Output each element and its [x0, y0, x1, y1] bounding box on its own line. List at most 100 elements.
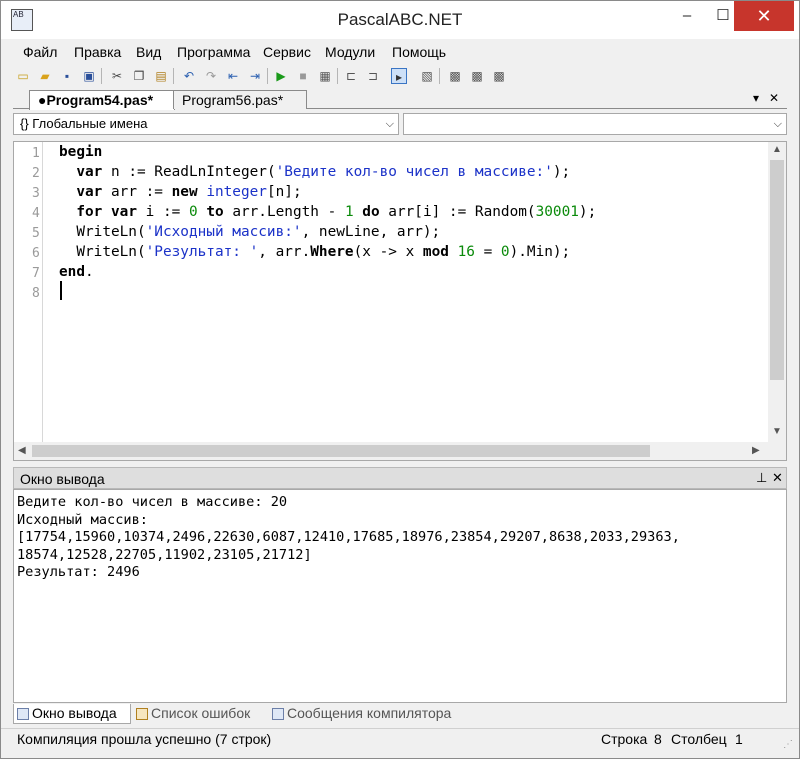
output-line: 18574,12528,22705,11902,23105,21712]	[17, 546, 312, 563]
line-number: 8	[32, 286, 40, 301]
menu-bar: Файл Правка Вид Программа Сервис Модули …	[1, 41, 799, 63]
output-window-icon	[17, 708, 29, 720]
horizontal-scroll-thumb[interactable]	[32, 445, 650, 457]
code-line: WriteLn('Исходный массив:', newLine, arr…	[59, 224, 441, 240]
output-line: [17754,15960,10374,2496,22630,6087,12410…	[17, 529, 680, 545]
title-bar: AB PascalABC.NET – ☐ ✕	[1, 1, 799, 39]
tab-compiler-messages[interactable]: Сообщения компилятора	[269, 704, 479, 724]
save-all-icon[interactable]: ▣	[81, 68, 97, 84]
code-line: var n := ReadLnInteger('Ведите кол-во чи…	[76, 164, 571, 180]
toolbar-separator	[267, 68, 268, 84]
code-line: for var i := 0 to arr.Length - 1 do arr[…	[76, 204, 597, 220]
redo-icon[interactable]: ↷	[203, 68, 219, 84]
close-tab-icon[interactable]: ✕	[769, 91, 779, 105]
column-value: 1	[735, 731, 743, 747]
scope-selector[interactable]: {} Глобальные имена ⌵	[13, 113, 399, 135]
pin-icon[interactable]: ⊥	[756, 470, 767, 486]
scroll-down-icon[interactable]: ▼	[772, 426, 782, 437]
menu-view[interactable]: Вид	[136, 44, 161, 60]
line-number: 1	[32, 146, 40, 161]
step-icon[interactable]: ⊏	[343, 68, 359, 84]
new-file-icon[interactable]: ▭	[15, 68, 31, 84]
status-message: Компиляция прошла успешно (7 строк)	[17, 731, 272, 747]
compiler-messages-icon	[272, 708, 284, 720]
scroll-right-icon[interactable]: ▶	[752, 445, 760, 456]
back-icon[interactable]: ⇤	[225, 68, 241, 84]
editor-tabs: ●Program54.pas* Program56.pas* ▾ ✕	[13, 89, 787, 110]
tab-error-list[interactable]: Список ошибок	[133, 704, 267, 724]
tab-list-dropdown-icon[interactable]: ▾	[753, 91, 759, 105]
paste-icon[interactable]: ▤	[153, 68, 169, 84]
code-line: end.	[59, 264, 94, 280]
code-line: var arr := new integer[n];	[76, 184, 302, 200]
line-number: 3	[32, 186, 40, 201]
menu-file[interactable]: Файл	[23, 44, 57, 60]
line-number: 6	[32, 246, 40, 261]
output-panel-header: Окно вывода ⊥ ✕	[13, 467, 787, 489]
menu-program[interactable]: Программа	[177, 44, 250, 60]
text-caret	[60, 281, 62, 300]
code-line: begin	[59, 144, 103, 160]
forward-icon[interactable]: ⇥	[247, 68, 263, 84]
debug3-icon[interactable]: ▩	[491, 68, 507, 84]
output-line: Результат: 2496	[17, 564, 140, 580]
debug1-icon[interactable]: ▩	[447, 68, 463, 84]
bottom-panel-tabs: Окно вывода Список ошибок Сообщения комп…	[13, 704, 787, 724]
member-selector[interactable]: ⌵	[403, 113, 787, 135]
output-line: Ведите кол-во чисел в массиве: 20	[17, 494, 288, 510]
chevron-down-icon: ⌵	[773, 118, 782, 130]
save-icon[interactable]: ▪	[59, 68, 75, 84]
scope-selector-value: {} Глобальные имена	[20, 116, 148, 131]
line-number: 5	[32, 226, 40, 241]
cut-icon[interactable]: ✂	[109, 68, 125, 84]
toolbar-separator	[439, 68, 440, 84]
toolbar-separator	[337, 68, 338, 84]
line-number: 4	[32, 206, 40, 221]
close-window-button[interactable]: ✕	[734, 1, 794, 31]
menu-service[interactable]: Сервис	[263, 44, 311, 60]
toolbar-separator	[173, 68, 174, 84]
code-editor[interactable]: 1 2 3 4 5 6 7 8 begin var n := ReadLnInt…	[13, 141, 787, 461]
compile-icon[interactable]: ▦	[317, 68, 333, 84]
undo-icon[interactable]: ↶	[181, 68, 197, 84]
vertical-scrollbar[interactable]: ▲ ▼	[768, 142, 786, 442]
menu-help[interactable]: Помощь	[392, 44, 446, 60]
line-number: 7	[32, 266, 40, 281]
horizontal-scrollbar[interactable]: ◀ ▶	[14, 442, 786, 460]
menu-edit[interactable]: Правка	[74, 44, 121, 60]
toolbar-separator	[101, 68, 102, 84]
row-value: 8	[654, 731, 662, 747]
open-file-icon[interactable]: ▰	[37, 68, 53, 84]
error-list-icon	[136, 708, 148, 720]
tab-error-list-label: Список ошибок	[151, 705, 251, 721]
output-panel-title: Окно вывода	[20, 471, 105, 487]
tab-program56[interactable]: Program56.pas*	[173, 90, 307, 109]
output-line: Исходный массив:	[17, 511, 148, 528]
copy-icon[interactable]: ❐	[131, 68, 147, 84]
debug2-icon[interactable]: ▩	[469, 68, 485, 84]
run-icon[interactable]: ▶	[273, 68, 289, 84]
menu-modules[interactable]: Модули	[325, 44, 375, 60]
tab-output-window[interactable]: Окно вывода	[13, 704, 131, 724]
line-number-gutter: 1 2 3 4 5 6 7 8	[14, 142, 43, 442]
output-window[interactable]: Ведите кол-во чисел в массиве: 20 Исходн…	[13, 489, 787, 703]
console-icon[interactable]: ▸	[391, 68, 407, 84]
resize-grip-icon[interactable]: ⋰	[783, 739, 793, 750]
toolbar: ▭ ▰ ▪ ▣ ✂ ❐ ▤ ↶ ↷ ⇤ ⇥ ▶ ■ ▦ ⊏ ⊐ ▸ ▧ ▩ ▩ …	[1, 63, 799, 89]
scroll-up-icon[interactable]: ▲	[772, 144, 782, 155]
status-bar: Компиляция прошла успешно (7 строк) Стро…	[1, 728, 799, 758]
column-label: Столбец	[671, 731, 727, 747]
tab-program54[interactable]: ●Program54.pas*	[29, 90, 175, 110]
line-number: 2	[32, 166, 40, 181]
code-line: WriteLn('Результат: ', arr.Where(x -> x …	[59, 244, 571, 260]
vertical-scroll-thumb[interactable]	[770, 160, 784, 380]
tab-output-window-label: Окно вывода	[32, 705, 117, 721]
main-window: AB PascalABC.NET – ☐ ✕ Файл Правка Вид П…	[0, 0, 800, 759]
format-icon[interactable]: ▧	[419, 68, 435, 84]
stop-icon[interactable]: ■	[295, 68, 311, 84]
chevron-down-icon: ⌵	[385, 118, 394, 130]
step-over-icon[interactable]: ⊐	[365, 68, 381, 84]
scroll-left-icon[interactable]: ◀	[18, 445, 26, 456]
close-panel-icon[interactable]: ✕	[772, 470, 783, 486]
tab-compiler-messages-label: Сообщения компилятора	[287, 705, 452, 721]
